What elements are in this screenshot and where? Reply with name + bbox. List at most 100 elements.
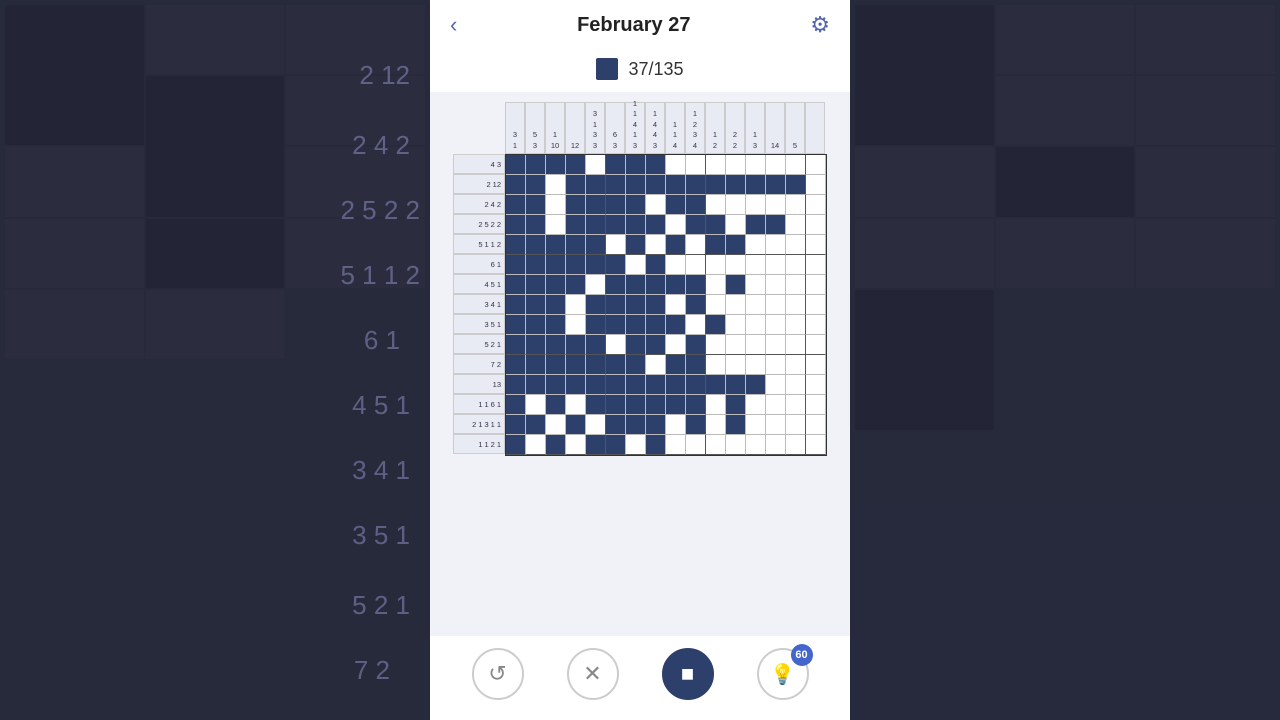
grid-cell-2-6[interactable]	[626, 195, 646, 215]
grid-cell-4-10[interactable]	[706, 235, 726, 255]
grid-cell-5-5[interactable]	[606, 255, 626, 275]
grid-cell-2-4[interactable]	[586, 195, 606, 215]
grid-cell-12-13[interactable]	[766, 395, 786, 415]
grid-cell-13-3[interactable]	[566, 415, 586, 435]
grid-cell-6-2[interactable]	[546, 275, 566, 295]
grid-cell-1-9[interactable]	[686, 175, 706, 195]
grid-cell-6-8[interactable]	[666, 275, 686, 295]
grid-cell-5-10[interactable]	[706, 255, 726, 275]
grid-cell-9-1[interactable]	[526, 335, 546, 355]
grid-cell-14-6[interactable]	[626, 435, 646, 455]
grid-cell-6-0[interactable]	[506, 275, 526, 295]
settings-button[interactable]: ⚙	[810, 12, 830, 38]
grid-cell-6-1[interactable]	[526, 275, 546, 295]
grid-cell-13-7[interactable]	[646, 415, 666, 435]
grid-cell-10-8[interactable]	[666, 355, 686, 375]
grid-cell-0-1[interactable]	[526, 155, 546, 175]
grid-cell-12-14[interactable]	[786, 395, 806, 415]
grid-cell-2-10[interactable]	[706, 195, 726, 215]
grid-cell-3-11[interactable]	[726, 215, 746, 235]
grid-cell-0-7[interactable]	[646, 155, 666, 175]
grid-cell-0-6[interactable]	[626, 155, 646, 175]
grid-cell-1-3[interactable]	[566, 175, 586, 195]
grid-cell-3-3[interactable]	[566, 215, 586, 235]
grid-cell-4-14[interactable]	[786, 235, 806, 255]
grid-cell-2-12[interactable]	[746, 195, 766, 215]
undo-button[interactable]: ↺	[472, 648, 524, 700]
grid-cell-1-15[interactable]	[806, 175, 826, 195]
grid-cell-3-13[interactable]	[766, 215, 786, 235]
grid-cell-1-8[interactable]	[666, 175, 686, 195]
grid-cell-10-4[interactable]	[586, 355, 606, 375]
grid-cell-10-7[interactable]	[646, 355, 666, 375]
grid-cell-6-15[interactable]	[806, 275, 826, 295]
grid-cell-12-15[interactable]	[806, 395, 826, 415]
grid-cell-13-1[interactable]	[526, 415, 546, 435]
grid-cell-13-4[interactable]	[586, 415, 606, 435]
grid-cell-12-4[interactable]	[586, 395, 606, 415]
grid-cell-2-11[interactable]	[726, 195, 746, 215]
puzzle-grid[interactable]	[505, 154, 827, 456]
grid-cell-12-9[interactable]	[686, 395, 706, 415]
grid-cell-2-1[interactable]	[526, 195, 546, 215]
grid-cell-13-12[interactable]	[746, 415, 766, 435]
grid-cell-4-3[interactable]	[566, 235, 586, 255]
grid-cell-11-4[interactable]	[586, 375, 606, 395]
grid-cell-11-11[interactable]	[726, 375, 746, 395]
grid-cell-9-2[interactable]	[546, 335, 566, 355]
grid-cell-11-9[interactable]	[686, 375, 706, 395]
grid-cell-0-3[interactable]	[566, 155, 586, 175]
grid-cell-10-11[interactable]	[726, 355, 746, 375]
grid-cell-5-9[interactable]	[686, 255, 706, 275]
grid-cell-4-12[interactable]	[746, 235, 766, 255]
grid-cell-1-7[interactable]	[646, 175, 666, 195]
grid-cell-4-7[interactable]	[646, 235, 666, 255]
grid-cell-11-12[interactable]	[746, 375, 766, 395]
grid-cell-7-10[interactable]	[706, 295, 726, 315]
grid-cell-1-13[interactable]	[766, 175, 786, 195]
grid-cell-8-9[interactable]	[686, 315, 706, 335]
grid-cell-14-15[interactable]	[806, 435, 826, 455]
grid-cell-6-3[interactable]	[566, 275, 586, 295]
grid-cell-1-10[interactable]	[706, 175, 726, 195]
grid-cell-4-0[interactable]	[506, 235, 526, 255]
grid-cell-1-1[interactable]	[526, 175, 546, 195]
grid-cell-13-5[interactable]	[606, 415, 626, 435]
grid-cell-8-7[interactable]	[646, 315, 666, 335]
grid-cell-4-13[interactable]	[766, 235, 786, 255]
grid-cell-7-12[interactable]	[746, 295, 766, 315]
grid-cell-13-2[interactable]	[546, 415, 566, 435]
grid-cell-7-2[interactable]	[546, 295, 566, 315]
grid-cell-0-10[interactable]	[706, 155, 726, 175]
grid-cell-4-4[interactable]	[586, 235, 606, 255]
grid-cell-7-6[interactable]	[626, 295, 646, 315]
grid-cell-6-5[interactable]	[606, 275, 626, 295]
grid-cell-8-14[interactable]	[786, 315, 806, 335]
grid-cell-4-11[interactable]	[726, 235, 746, 255]
grid-cell-1-2[interactable]	[546, 175, 566, 195]
grid-cell-10-12[interactable]	[746, 355, 766, 375]
grid-cell-13-0[interactable]	[506, 415, 526, 435]
hint-button[interactable]: 💡 60	[757, 648, 809, 700]
cross-button[interactable]: ✕	[567, 648, 619, 700]
grid-cell-14-14[interactable]	[786, 435, 806, 455]
grid-cell-3-12[interactable]	[746, 215, 766, 235]
grid-cell-12-8[interactable]	[666, 395, 686, 415]
grid-cell-14-0[interactable]	[506, 435, 526, 455]
grid-cell-8-12[interactable]	[746, 315, 766, 335]
grid-cell-12-5[interactable]	[606, 395, 626, 415]
grid-cell-5-2[interactable]	[546, 255, 566, 275]
grid-cell-5-0[interactable]	[506, 255, 526, 275]
grid-cell-12-10[interactable]	[706, 395, 726, 415]
grid-cell-10-3[interactable]	[566, 355, 586, 375]
grid-cell-1-6[interactable]	[626, 175, 646, 195]
grid-cell-6-6[interactable]	[626, 275, 646, 295]
grid-cell-6-4[interactable]	[586, 275, 606, 295]
grid-cell-8-4[interactable]	[586, 315, 606, 335]
grid-cell-0-12[interactable]	[746, 155, 766, 175]
grid-cell-5-15[interactable]	[806, 255, 826, 275]
grid-cell-14-7[interactable]	[646, 435, 666, 455]
grid-cell-13-15[interactable]	[806, 415, 826, 435]
grid-cell-12-6[interactable]	[626, 395, 646, 415]
grid-cell-2-8[interactable]	[666, 195, 686, 215]
